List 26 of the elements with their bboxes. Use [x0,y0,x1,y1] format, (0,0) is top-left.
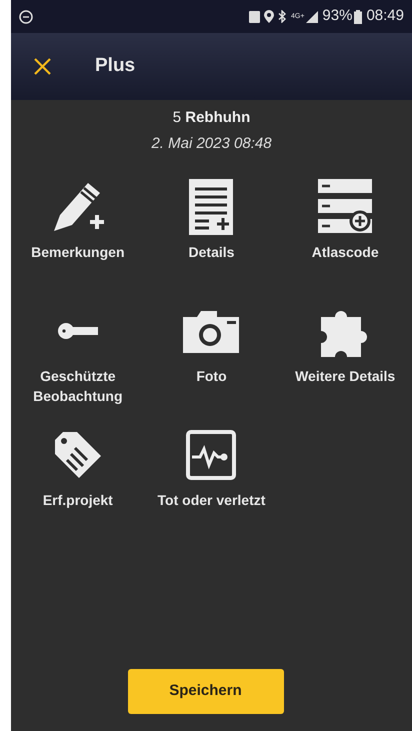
document-icon [189,179,234,235]
close-icon [34,58,50,75]
signal-icon [306,10,318,22]
action-button[interactable]: Geschützte Beobachtung [11,300,145,410]
bluetooth-icon [278,10,287,23]
action-button[interactable]: Tot oder verletzt [144,424,278,534]
battery-percentage: 93% [322,6,352,26]
action-button[interactable]: Atlascode [278,176,412,286]
camera-icon [183,309,240,353]
action-button[interactable]: Foto [144,300,278,410]
heartbeat-monitor-icon [186,430,236,480]
tag-icon [52,430,103,480]
key-icon [58,323,98,339]
clock: 08:49 [366,6,404,26]
save-button[interactable]: Speichern [128,669,284,714]
screen-title: Plus [95,54,136,78]
stacked-list-icon [318,179,372,235]
do-not-disturb-icon [19,10,33,24]
battery-icon [354,10,362,24]
location-icon [264,10,274,23]
observation-datetime: 2. Mai 2023 08:48 [151,134,272,154]
observation-title: 5 Rebhuhn [172,108,250,128]
action-button[interactable]: Bemerkungen [11,176,145,286]
action-button[interactable]: Weitere Details [278,300,412,410]
action-button[interactable]: Details [144,176,278,286]
action-button[interactable]: Erf.projekt [11,424,145,534]
